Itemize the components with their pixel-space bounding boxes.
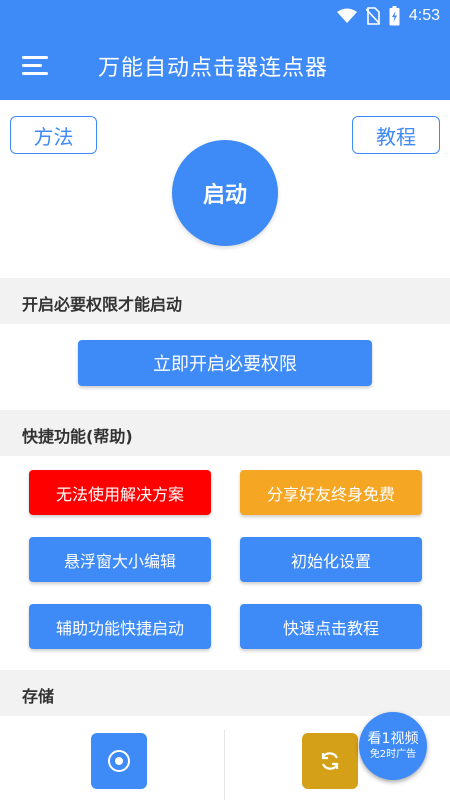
storage-header-label: 存储 (22, 687, 55, 706)
app-title: 万能自动点击器连点器 (98, 56, 329, 81)
target-circle-icon (108, 750, 130, 772)
permissions-header: 开启必要权限才能启动 (0, 278, 450, 324)
battery-charging-icon (389, 6, 400, 26)
title-bar: 万能自动点击器连点器 (0, 32, 450, 100)
tutorial-button[interactable]: 教程 (352, 116, 440, 154)
storage-item-2[interactable] (302, 733, 358, 789)
quick-functions-area: 无法使用解决方案 分享好友终身免费 悬浮窗大小编辑 初始化设置 辅助功能快捷启动… (0, 456, 450, 670)
accessibility-quick-start-button[interactable]: 辅助功能快捷启动 (29, 604, 211, 649)
start-button[interactable]: 启动 (172, 140, 278, 246)
storage-divider (224, 730, 225, 800)
enable-permissions-button[interactable]: 立即开启必要权限 (78, 340, 372, 386)
troubleshoot-button[interactable]: 无法使用解决方案 (29, 470, 211, 515)
no-sim-icon (365, 7, 380, 25)
initialize-settings-button[interactable]: 初始化设置 (240, 537, 422, 582)
status-time: 4:53 (408, 7, 440, 24)
quick-functions-header: 快捷功能(帮助) (0, 410, 450, 456)
share-free-button[interactable]: 分享好友终身免费 (240, 470, 422, 515)
wifi-icon (336, 8, 357, 23)
top-section: 方法 教程 启动 (0, 100, 450, 278)
ad-free-label: 免2时广告 (369, 749, 417, 760)
refresh-icon (321, 752, 339, 770)
float-window-size-button[interactable]: 悬浮窗大小编辑 (29, 537, 211, 582)
app-bar: 4:53 万能自动点击器连点器 (0, 0, 450, 100)
hamburger-menu-icon[interactable] (22, 54, 48, 78)
watch-video-badge[interactable]: 看1视频 免2时广告 (359, 712, 427, 780)
method-button[interactable]: 方法 (10, 116, 97, 154)
quick-click-tutorial-button[interactable]: 快速点击教程 (240, 604, 422, 649)
status-icons: 4:53 (336, 5, 440, 27)
permissions-header-label: 开启必要权限才能启动 (22, 295, 183, 314)
watch-video-label: 看1视频 (367, 731, 419, 747)
permissions-area: 立即开启必要权限 (0, 324, 450, 410)
quick-functions-header-label: 快捷功能(帮助) (22, 427, 133, 446)
storage-item-1[interactable] (91, 733, 147, 789)
status-bar: 4:53 (0, 0, 450, 32)
storage-header: 存储 (0, 670, 450, 716)
